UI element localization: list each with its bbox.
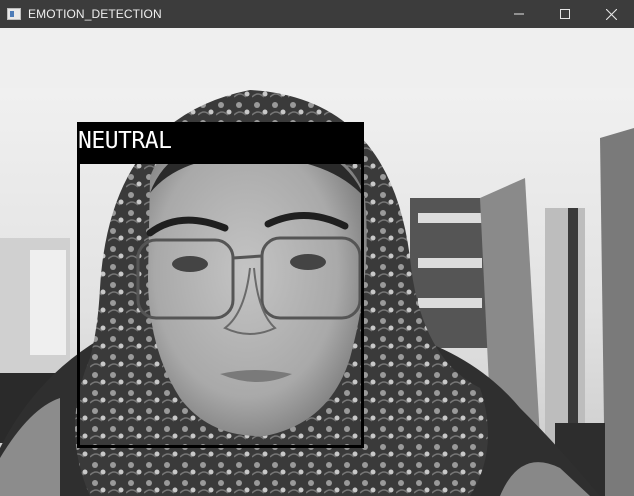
minimize-icon (514, 13, 524, 15)
emotion-label: NEUTRAL (78, 128, 172, 154)
emotion-detection-window: EMOTION_DETECTION NEUTRAL (0, 0, 634, 496)
maximize-button[interactable] (542, 0, 588, 28)
minimize-button[interactable] (496, 0, 542, 28)
emotion-label-box: NEUTRAL (77, 122, 364, 161)
maximize-icon (560, 9, 570, 19)
title-bar[interactable]: EMOTION_DETECTION (0, 0, 634, 28)
camera-feed: NEUTRAL (0, 28, 634, 496)
close-icon (605, 8, 617, 20)
face-bounding-box (77, 161, 364, 448)
window-controls (496, 0, 634, 28)
window-title: EMOTION_DETECTION (28, 7, 162, 21)
app-icon (7, 8, 21, 20)
close-button[interactable] (588, 0, 634, 28)
